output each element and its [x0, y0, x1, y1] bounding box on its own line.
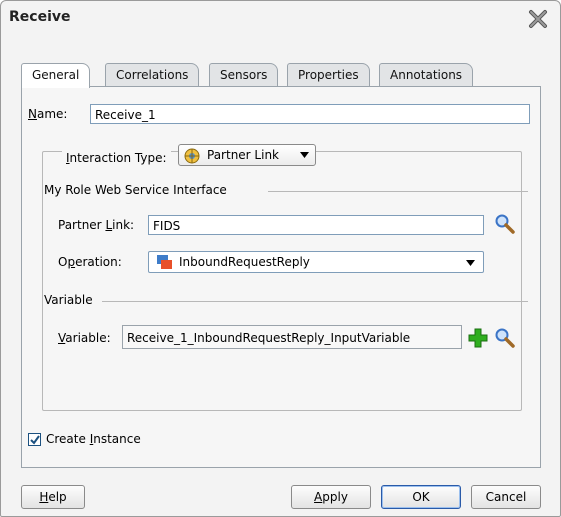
tab-annotations[interactable]: Annotations — [379, 63, 474, 86]
chevron-down-icon — [300, 152, 309, 158]
my-role-section-title: My Role Web Service Interface — [44, 183, 227, 197]
ok-button[interactable]: OK — [381, 485, 461, 509]
close-icon[interactable] — [528, 9, 548, 29]
add-icon[interactable] — [468, 328, 488, 348]
operation-icon — [157, 255, 172, 269]
search-icon[interactable] — [494, 213, 516, 235]
variable-section-title: Variable — [44, 293, 93, 307]
create-instance-label: Create Instance — [46, 432, 141, 446]
variable-label: Variable: — [58, 331, 111, 345]
search-icon[interactable] — [494, 327, 516, 349]
interaction-type-dropdown[interactable]: Partner Link — [178, 144, 316, 166]
chevron-down-icon — [466, 260, 475, 266]
help-button[interactable]: Help — [21, 485, 85, 509]
dialog-title: Receive — [9, 9, 71, 25]
cancel-button[interactable]: Cancel — [471, 485, 541, 509]
operation-dropdown[interactable]: InboundRequestReply — [148, 251, 484, 273]
variable-divider — [102, 301, 528, 302]
my-role-divider — [268, 191, 528, 192]
interaction-type-value: Partner Link — [207, 148, 279, 162]
tab-correlations[interactable]: Correlations — [105, 63, 200, 86]
tab-properties[interactable]: Properties — [287, 63, 370, 86]
general-panel: Name: Receive_1 Interaction Type: Partne… — [21, 86, 541, 468]
operation-value: InboundRequestReply — [179, 255, 310, 269]
interaction-type-label: Interaction Type: — [62, 147, 171, 169]
create-instance-checkbox[interactable] — [28, 433, 41, 446]
receive-dialog: Receive General Correlations Sensors Pro… — [0, 0, 561, 517]
partner-link-icon — [184, 148, 200, 164]
partner-link-label: Partner Link: — [58, 218, 135, 232]
variable-field[interactable]: Receive_1_InboundRequestReply_InputVaria… — [122, 325, 462, 349]
checkmark-icon — [30, 435, 40, 445]
tab-sensors[interactable]: Sensors — [209, 63, 279, 86]
name-field[interactable]: Receive_1 — [90, 104, 530, 124]
name-label: Name: — [28, 107, 68, 121]
partner-link-field[interactable]: FIDS — [148, 215, 484, 235]
operation-label: Operation: — [58, 255, 122, 269]
tab-general[interactable]: General — [21, 63, 91, 88]
apply-button[interactable]: Apply — [291, 485, 371, 509]
